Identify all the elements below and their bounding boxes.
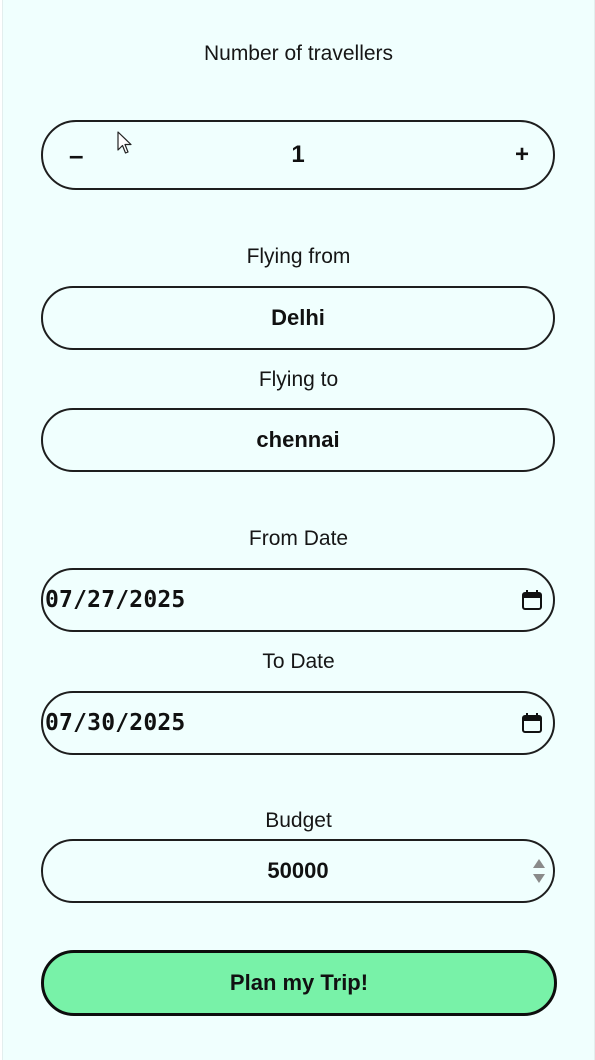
to-date-label: To Date: [262, 650, 335, 673]
budget-label: Budget: [265, 809, 332, 832]
budget-value: 50000: [267, 858, 329, 883]
budget-input[interactable]: 50000: [41, 839, 555, 903]
calendar-icon[interactable]: [521, 589, 543, 611]
flying-from-input[interactable]: Delhi: [41, 286, 555, 350]
calendar-icon[interactable]: [521, 712, 543, 734]
from-date-value: 07/27/2025: [45, 587, 186, 613]
spinner-arrows-icon[interactable]: [531, 853, 547, 889]
flying-to-input[interactable]: chennai: [41, 408, 555, 472]
flying-from-label: Flying from: [246, 245, 351, 268]
increment-button[interactable]: +: [515, 143, 529, 167]
trip-form: Number of travellers – 1 + Flying from D…: [2, 0, 595, 1060]
to-date-value: 07/30/2025: [45, 710, 186, 736]
to-date-input[interactable]: 07/30/2025: [41, 691, 555, 755]
from-date-label: From Date: [248, 527, 349, 550]
plan-trip-label: Plan my Trip!: [229, 970, 369, 995]
plan-trip-button[interactable]: Plan my Trip!: [41, 950, 557, 1016]
flying-to-label: Flying to: [258, 368, 339, 391]
mouse-pointer-icon: [117, 131, 132, 154]
flying-from-value: Delhi: [271, 305, 325, 330]
from-date-input[interactable]: 07/27/2025: [41, 568, 555, 632]
travellers-label: Number of travellers: [203, 42, 394, 65]
flying-to-value: chennai: [256, 427, 340, 452]
